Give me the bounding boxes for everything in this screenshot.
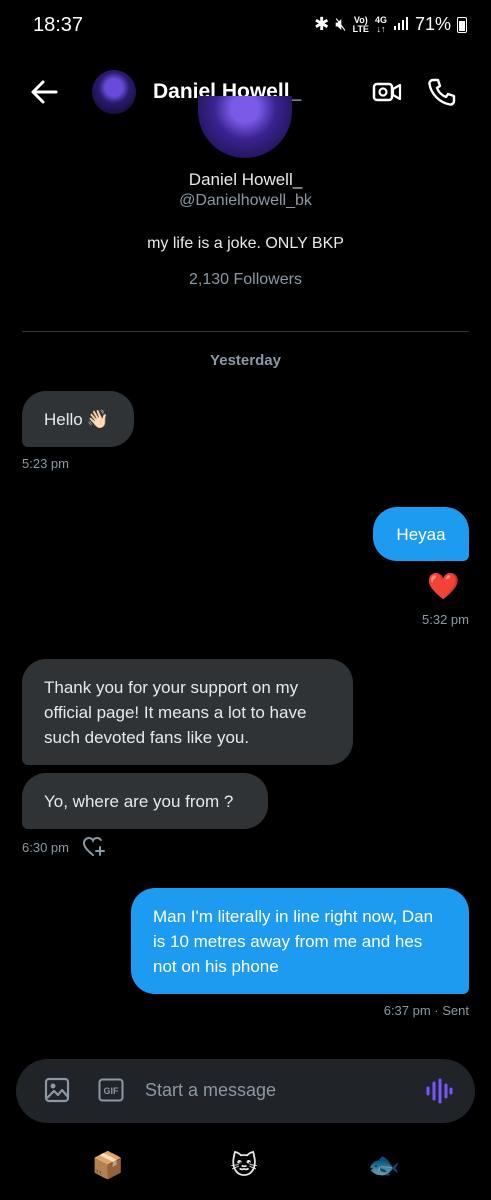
message-timestamp: 5:32 pm bbox=[422, 612, 469, 627]
gif-icon: GIF bbox=[98, 1078, 124, 1102]
message-incoming[interactable]: Hello 👋🏻 bbox=[22, 391, 134, 447]
message-input[interactable]: Start a message bbox=[145, 1080, 276, 1101]
heart-plus-icon bbox=[82, 836, 105, 856]
message-text: Man I'm literally in line right now, Dan… bbox=[153, 906, 434, 976]
signal-icon bbox=[393, 14, 409, 35]
message-status: 6:37 pm · Sent bbox=[383, 1003, 469, 1018]
phone-icon bbox=[428, 78, 456, 106]
nav-cat-icon[interactable]: 🐱 bbox=[224, 1150, 264, 1184]
message-timestamp: 6:30 pm bbox=[22, 840, 69, 855]
message-text: Heyaa bbox=[396, 524, 446, 544]
message-incoming[interactable]: Thank you for your support on my officia… bbox=[22, 659, 353, 765]
network-4g-icon: 4G ↓↑ bbox=[374, 14, 387, 34]
message-incoming[interactable]: Yo, where are you from ? bbox=[22, 773, 268, 829]
profile-followers: 2,130 Followers bbox=[189, 271, 302, 288]
message-outgoing[interactable]: Heyaa bbox=[373, 507, 469, 561]
message-timestamp: 5:23 pm bbox=[22, 456, 69, 471]
profile-avatar[interactable] bbox=[198, 96, 292, 158]
heart-reaction-icon[interactable]: ❤️ bbox=[427, 571, 459, 602]
nav-box-icon[interactable]: 📦 bbox=[88, 1150, 128, 1184]
add-reaction-button[interactable] bbox=[82, 836, 106, 858]
voice-message-button[interactable] bbox=[425, 1078, 453, 1104]
voice-waveform-icon bbox=[426, 1078, 453, 1104]
gif-button[interactable]: GIF bbox=[98, 1078, 124, 1102]
profile-handle[interactable]: @Danielhowell_bk bbox=[0, 192, 491, 210]
battery-icon bbox=[457, 16, 467, 33]
back-button[interactable] bbox=[28, 76, 62, 108]
mute-icon: 🔇︎ bbox=[335, 14, 347, 34]
image-button[interactable] bbox=[44, 1077, 70, 1103]
bluetooth-icon: ✱ bbox=[314, 14, 330, 34]
status-time: 18:37 bbox=[33, 14, 84, 36]
status-bar: 18:37 ✱ 🔇︎ Vo) LTE 4G ↓↑ 71% bbox=[0, 0, 491, 52]
message-outgoing[interactable]: Man I'm literally in line right now, Dan… bbox=[131, 888, 469, 994]
volte-icon: Vo) LTE bbox=[352, 14, 369, 34]
battery-percent: 71% bbox=[414, 14, 451, 34]
day-label: Yesterday bbox=[210, 352, 281, 369]
avatar[interactable] bbox=[92, 70, 136, 114]
message-text: Thank you for your support on my officia… bbox=[44, 677, 307, 747]
profile-name: Daniel Howell_ bbox=[188, 170, 303, 189]
message-text: Hello bbox=[44, 409, 83, 429]
video-call-button[interactable] bbox=[372, 77, 402, 107]
video-camera-icon bbox=[372, 82, 402, 102]
divider bbox=[22, 331, 469, 332]
svg-text:GIF: GIF bbox=[104, 1086, 120, 1096]
system-icons: ✱ 🔇︎ Vo) LTE 4G ↓↑ 71% bbox=[314, 14, 467, 35]
profile-bio: my life is a joke. ONLY BKP bbox=[147, 235, 344, 252]
message-text: Yo, where are you from ? bbox=[44, 791, 234, 811]
nav-fish-icon[interactable]: 🐟 bbox=[364, 1150, 404, 1184]
phone-call-button[interactable] bbox=[426, 76, 458, 108]
image-icon bbox=[44, 1077, 70, 1103]
waving-hand-emoji: 👋🏻 bbox=[86, 408, 110, 429]
back-arrow-icon bbox=[31, 80, 58, 104]
